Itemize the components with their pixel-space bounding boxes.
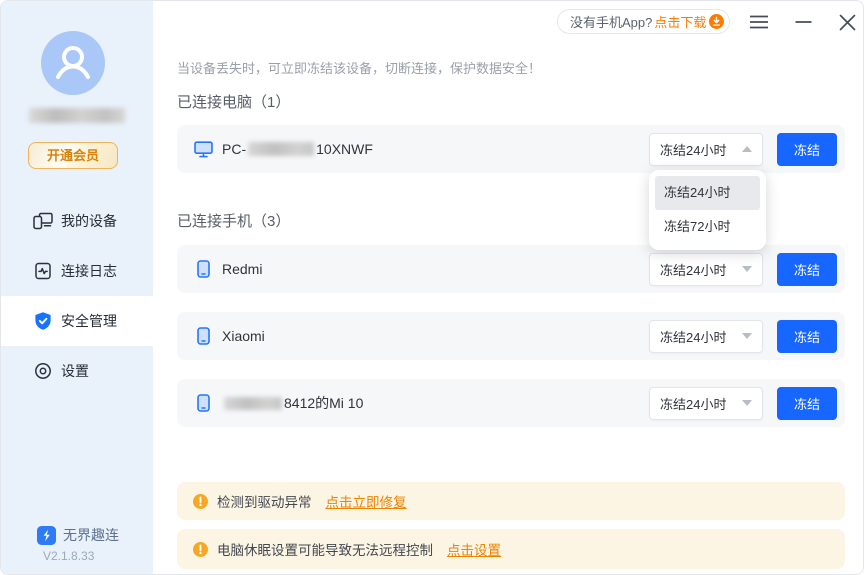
dropdown-option-24h[interactable]: 冻结24小时 — [655, 176, 760, 210]
freeze-duration-value: 冻结24小时 — [660, 140, 726, 159]
sidebar-item-connection-log[interactable]: 连接日志 — [1, 246, 153, 296]
download-link[interactable]: 点击下载 — [654, 12, 706, 31]
download-app-pill[interactable]: 没有手机App? 点击下载 — [557, 9, 730, 34]
shield-check-icon — [33, 311, 53, 331]
app-version: V2.1.8.33 — [43, 549, 94, 563]
device-name: 8412的Mi 10 — [222, 393, 363, 413]
devices-icon — [33, 211, 53, 231]
sidebar-menu: 我的设备 连接日志 安全管理 — [1, 196, 153, 396]
settings-icon — [33, 361, 53, 381]
chevron-down-icon — [742, 266, 752, 272]
phone-icon — [193, 327, 213, 345]
phone-icon — [193, 394, 213, 412]
username-redacted — [29, 108, 125, 123]
download-icon — [709, 14, 724, 29]
sidebar-item-label: 安全管理 — [61, 311, 117, 331]
app-logo-icon — [37, 526, 56, 545]
freeze-button[interactable]: 冻结 — [777, 320, 837, 353]
device-row-mi10: 8412的Mi 10 冻结24小时 冻结 — [177, 379, 845, 427]
warning-driver: 检测到驱动异常 点击立即修复 — [177, 482, 845, 520]
device-name: Redmi — [222, 261, 262, 277]
app-window: 开通会员 我的设备 连接 — [0, 0, 864, 575]
sidebar-item-label: 我的设备 — [61, 211, 117, 231]
warning-text: 检测到驱动异常 — [217, 491, 312, 511]
freeze-duration-dropdown: 冻结24小时 冻结72小时 — [649, 170, 766, 250]
freeze-button[interactable]: 冻结 — [777, 253, 837, 286]
user-icon — [41, 31, 105, 95]
freeze-duration-select[interactable]: 冻结24小时 — [649, 320, 763, 353]
freeze-button[interactable]: 冻结 — [777, 387, 837, 420]
sidebar-item-my-devices[interactable]: 我的设备 — [1, 196, 153, 246]
device-row-xiaomi: Xiaomi 冻结24小时 冻结 — [177, 312, 845, 360]
chevron-down-icon — [742, 400, 752, 406]
device-name: PC- 10XNWF — [222, 141, 373, 157]
device-name-redacted — [248, 142, 314, 156]
open-vip-button[interactable]: 开通会员 — [28, 142, 118, 169]
device-name: Xiaomi — [222, 328, 265, 344]
phone-icon — [193, 260, 213, 278]
minimize-icon — [795, 20, 812, 24]
warning-icon — [193, 494, 208, 509]
sleep-settings-link[interactable]: 点击设置 — [447, 539, 501, 559]
freeze-button[interactable]: 冻结 — [777, 133, 837, 166]
window-close-button[interactable] — [835, 10, 859, 34]
avatar — [41, 31, 105, 95]
log-icon — [33, 261, 53, 281]
freeze-duration-select[interactable]: 冻结24小时 — [649, 133, 763, 166]
device-row-redmi: Redmi 冻结24小时 冻结 — [177, 245, 845, 293]
freeze-duration-value: 冻结24小时 — [660, 394, 726, 413]
close-icon — [839, 14, 856, 31]
brand-name: 无界趣连 — [63, 525, 119, 545]
sidebar: 开通会员 我的设备 连接 — [1, 1, 153, 574]
security-description: 当设备丢失时，可立即冻结该设备，切断连接，保护数据安全！ — [177, 58, 541, 77]
chevron-down-icon — [742, 333, 752, 339]
sidebar-item-security[interactable]: 安全管理 — [1, 296, 153, 346]
connected-computers-title: 已连接电脑（1） — [177, 91, 290, 112]
device-name-suffix: 8412的Mi 10 — [284, 393, 363, 413]
window-menu-button[interactable] — [747, 11, 771, 33]
device-row-pc: PC- 10XNWF 冻结24小时 冻结 — [177, 125, 845, 173]
menu-icon — [749, 14, 769, 30]
sidebar-item-label: 设置 — [61, 361, 89, 381]
warning-icon — [193, 542, 208, 557]
dropdown-option-72h[interactable]: 冻结72小时 — [655, 210, 760, 244]
freeze-duration-value: 冻结24小时 — [660, 327, 726, 346]
sidebar-item-label: 连接日志 — [61, 261, 117, 281]
warning-sleep: 电脑休眠设置可能导致无法远程控制 点击设置 — [177, 529, 845, 569]
chevron-up-icon — [742, 146, 752, 152]
freeze-duration-value: 冻结24小时 — [660, 260, 726, 279]
device-name-prefix: PC- — [222, 141, 246, 157]
device-name-redacted — [224, 397, 282, 410]
brand: 无界趣连 — [37, 525, 119, 545]
download-prompt-text: 没有手机App? — [570, 12, 652, 31]
sidebar-item-settings[interactable]: 设置 — [1, 346, 153, 396]
window-minimize-button[interactable] — [792, 11, 814, 33]
freeze-duration-select[interactable]: 冻结24小时 — [649, 253, 763, 286]
freeze-duration-select[interactable]: 冻结24小时 — [649, 387, 763, 420]
warning-text: 电脑休眠设置可能导致无法远程控制 — [217, 539, 433, 559]
device-name-suffix: 10XNWF — [316, 141, 373, 157]
monitor-icon — [193, 141, 213, 158]
connected-phones-title: 已连接手机（3） — [177, 210, 290, 231]
fix-driver-link[interactable]: 点击立即修复 — [326, 491, 407, 511]
